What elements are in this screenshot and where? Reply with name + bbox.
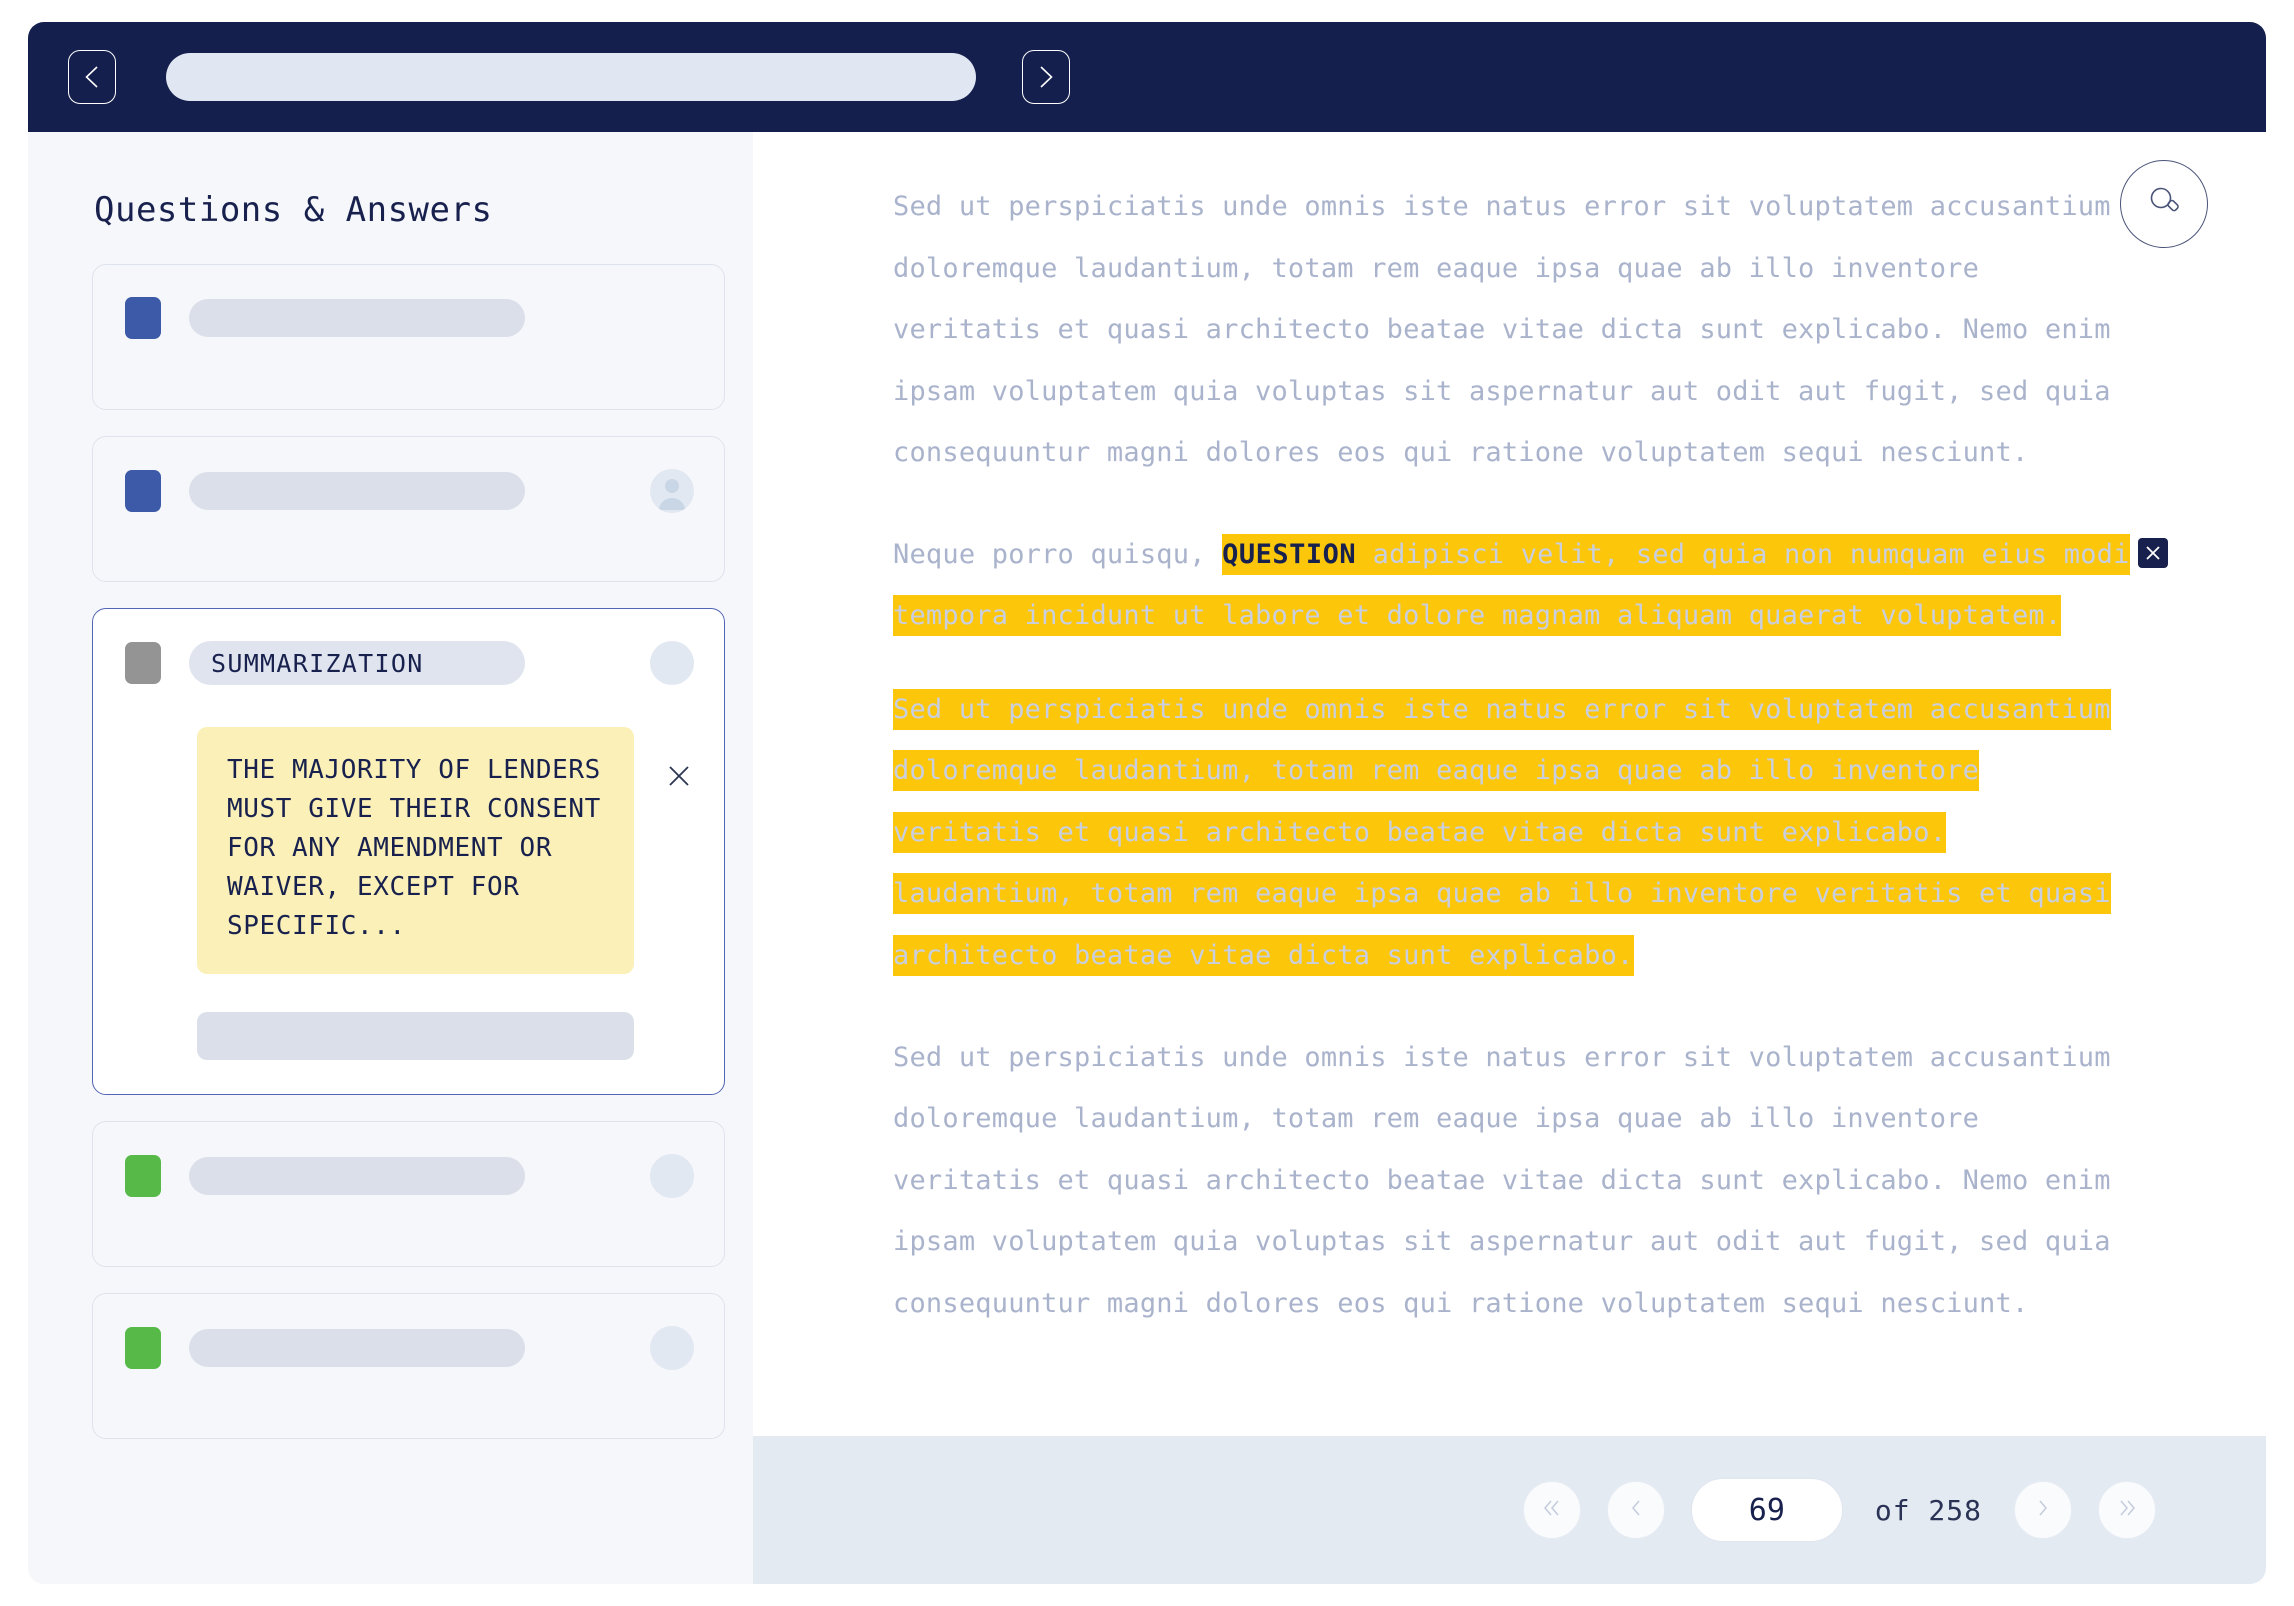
main-body: Questions & Answers SUMMARIZATION THE MA…	[28, 132, 2266, 1584]
qa-type-label: SUMMARIZATION	[189, 641, 525, 685]
close-icon[interactable]	[664, 761, 694, 791]
qa-card-summarization[interactable]: SUMMARIZATION THE MAJORITY OF LENDERS MU…	[92, 608, 725, 1095]
double-chevron-left-icon	[1540, 1497, 1564, 1523]
summary-footer-placeholder	[197, 1012, 634, 1060]
pagination-bar: 69 of 258	[753, 1436, 2266, 1584]
category-tag-green	[125, 1155, 161, 1197]
chevron-left-icon	[81, 64, 103, 90]
qa-card[interactable]	[92, 264, 725, 410]
qa-card[interactable]	[92, 1121, 725, 1267]
question-keyword: QUESTION	[1222, 538, 1357, 570]
qa-sidebar: Questions & Answers SUMMARIZATION THE MA…	[28, 132, 753, 1584]
document-paragraph-question: Neque porro quisqu, QUESTION adipisci ve…	[893, 524, 2168, 647]
current-page-value: 69	[1748, 1492, 1785, 1528]
document-paragraph-answer: Sed ut perspiciatis unde omnis iste natu…	[893, 679, 2138, 987]
summary-note-row: THE MAJORITY OF LENDERS MUST GIVE THEIR …	[197, 727, 694, 974]
chevron-right-icon	[2033, 1497, 2053, 1523]
page-total-label: of 258	[1874, 1493, 1982, 1527]
double-chevron-right-icon	[2115, 1497, 2139, 1523]
qa-card-row	[125, 1154, 694, 1198]
avatar-placeholder	[650, 641, 694, 685]
document-paragraph: Sed ut perspiciatis unde omnis iste natu…	[893, 191, 2111, 469]
qa-title-placeholder	[189, 1329, 525, 1367]
summary-note-text: THE MAJORITY OF LENDERS MUST GIVE THEIR …	[197, 727, 634, 974]
back-button[interactable]	[68, 50, 116, 104]
question-lead-text: Neque porro quisqu,	[893, 538, 1223, 570]
avatar-placeholder	[650, 1154, 694, 1198]
page-number-input[interactable]: 69	[1690, 1478, 1843, 1542]
category-tag-gray	[125, 642, 161, 684]
chevron-left-icon	[1626, 1497, 1646, 1523]
answer-highlight[interactable]: Sed ut perspiciatis unde omnis iste natu…	[893, 688, 2111, 977]
qa-card-row: SUMMARIZATION	[125, 641, 694, 685]
search-icon	[2144, 182, 2184, 226]
page-title: Questions & Answers	[94, 190, 493, 230]
qa-title-placeholder	[189, 472, 525, 510]
qa-card[interactable]	[92, 1293, 725, 1439]
document-paragraph: Sed ut perspiciatis unde omnis iste natu…	[893, 1041, 2111, 1319]
close-icon[interactable]	[2138, 537, 2168, 568]
browser-toolbar	[28, 22, 2266, 132]
next-page-button[interactable]	[2014, 1481, 2072, 1539]
category-tag-blue	[125, 470, 161, 512]
category-tag-green	[125, 1327, 161, 1369]
chevron-right-icon	[1035, 64, 1057, 90]
qa-title-placeholder	[189, 299, 525, 337]
document-panel: Sed ut perspiciatis unde omnis iste natu…	[753, 132, 2266, 1584]
prev-page-button[interactable]	[1606, 1481, 1665, 1539]
qa-card-row	[125, 297, 694, 339]
qa-title-placeholder	[189, 1157, 525, 1195]
avatar	[650, 469, 694, 513]
first-page-button[interactable]	[1522, 1481, 1581, 1539]
forward-button[interactable]	[1022, 50, 1070, 104]
qa-card[interactable]	[92, 436, 725, 582]
app-window: Questions & Answers SUMMARIZATION THE MA…	[0, 0, 2294, 1606]
qa-card-row	[125, 469, 694, 513]
last-page-button[interactable]	[2098, 1481, 2156, 1539]
address-input[interactable]	[166, 53, 976, 101]
search-button[interactable]	[2120, 160, 2208, 248]
avatar-placeholder	[650, 1326, 694, 1370]
document-scroll-area: Sed ut perspiciatis unde omnis iste natu…	[753, 132, 2266, 1436]
category-tag-blue	[125, 297, 161, 339]
qa-card-row	[125, 1326, 694, 1370]
